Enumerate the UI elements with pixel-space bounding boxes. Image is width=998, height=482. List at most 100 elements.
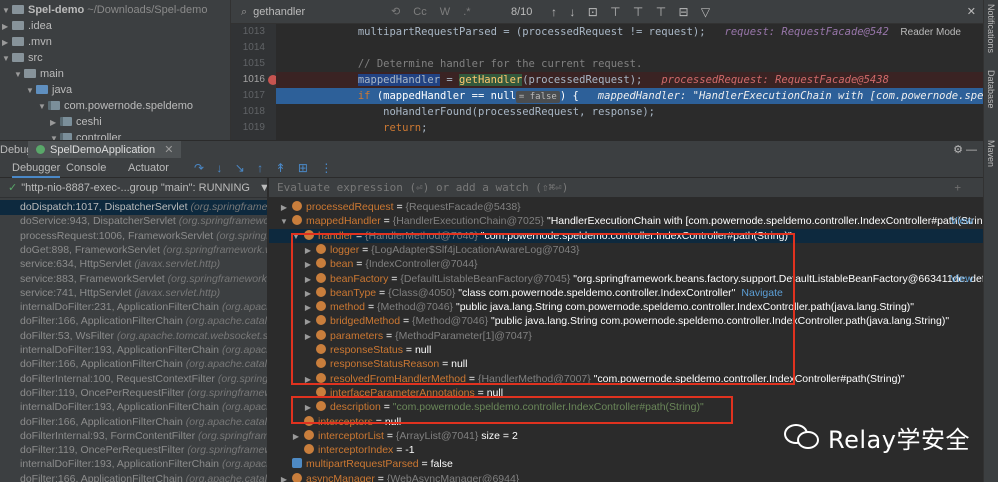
- code-line-1016[interactable]: mappedHandler = getHandler(processedRequ…: [276, 72, 983, 88]
- chevron-right-icon[interactable]: ▶: [291, 430, 301, 444]
- add-occurrence-icon[interactable]: ⊤: [610, 5, 620, 19]
- whole-word-toggle[interactable]: W: [440, 6, 450, 18]
- tree-item-main[interactable]: ▼ main: [14, 66, 64, 82]
- stack-frame[interactable]: internalDoFilter:193, ApplicationFilterC…: [0, 457, 267, 472]
- chevron-down-icon[interactable]: ▼: [279, 215, 289, 229]
- stack-frame[interactable]: internalDoFilter:193, ApplicationFilterC…: [0, 400, 267, 415]
- select-all-icon[interactable]: ⊡: [588, 5, 598, 19]
- step-over-icon[interactable]: ↷: [194, 161, 204, 175]
- stack-frame[interactable]: doFilter:166, ApplicationFilterChain (or…: [0, 357, 267, 372]
- next-match-icon[interactable]: ↓: [569, 5, 575, 19]
- evaluate-icon[interactable]: ⊞: [298, 161, 308, 175]
- remove-occurrence-icon[interactable]: ⊤: [633, 5, 643, 19]
- stack-frame[interactable]: doFilter:119, OncePerRequestFilter (org.…: [0, 443, 267, 458]
- step-out-icon[interactable]: ↑: [257, 161, 263, 175]
- code-line-1018[interactable]: noHandlerFound(processedRequest, respons…: [276, 104, 983, 120]
- tree-item-controller[interactable]: ▼ controller: [50, 130, 121, 140]
- tab-debugger[interactable]: Debugger: [12, 158, 61, 178]
- frame-class: (org.springfra: [217, 372, 268, 385]
- stack-frame[interactable]: internalDoFilter:231, ApplicationFilterC…: [0, 300, 267, 315]
- chevron-down-icon[interactable]: ▼: [26, 83, 36, 99]
- code-line-1013[interactable]: multipartRequestParsed = (processedReque…: [276, 24, 983, 40]
- code-line-1014[interactable]: [276, 40, 983, 56]
- tree-item-ceshi[interactable]: ▶ ceshi: [50, 114, 102, 130]
- chevron-right-icon[interactable]: ▶: [2, 35, 12, 51]
- chevron-right-icon[interactable]: ▶: [2, 19, 12, 35]
- debug-title-bar: Debug: SpelDemoApplication ✕ ⚙ —: [0, 140, 983, 159]
- chevron-down-icon[interactable]: ▼: [14, 67, 24, 83]
- run-config-tab[interactable]: SpelDemoApplication ✕: [28, 141, 182, 159]
- step-into-icon[interactable]: ↓: [216, 161, 222, 175]
- stack-frame[interactable]: doDispatch:1017, DispatcherServlet (org.…: [0, 200, 267, 215]
- tree-item-src[interactable]: ▼ src: [2, 50, 43, 66]
- view-link[interactable]: View: [950, 272, 973, 286]
- tree-item-mvn[interactable]: ▶ .mvn: [2, 34, 52, 50]
- folder-icon: [12, 21, 24, 30]
- variable-row[interactable]: multipartRequestParsed = false: [269, 457, 983, 471]
- stack-frame[interactable]: doFilter:119, OncePerRequestFilter (org.…: [0, 386, 267, 401]
- stack-frame[interactable]: service:741, HttpServlet (javax.servlet.…: [0, 286, 267, 301]
- stack-frame[interactable]: doFilter:166, ApplicationFilterChain (or…: [0, 472, 267, 482]
- stack-frame[interactable]: service:883, FrameworkServlet (org.sprin…: [0, 272, 267, 287]
- more-icon[interactable]: ⋮: [320, 161, 332, 175]
- stack-frame[interactable]: processRequest:1006, FrameworkServlet (o…: [0, 229, 267, 244]
- view-link[interactable]: View: [950, 214, 973, 228]
- add-watch-icon[interactable]: +: [954, 178, 961, 198]
- thread-selector[interactable]: ✓ "http-nio-8887-exec-...group "main": RU…: [0, 178, 267, 198]
- stack-frame[interactable]: doFilterInternal:100, RequestContextFilt…: [0, 372, 268, 387]
- chevron-down-icon[interactable]: ▼: [2, 3, 12, 19]
- regex-toggle[interactable]: .*: [463, 6, 470, 18]
- stack-frame[interactable]: doFilter:166, ApplicationFilterChain (or…: [0, 314, 267, 329]
- tree-root[interactable]: ▼ Spel-demo ~/Downloads/Spel-demo: [2, 2, 207, 18]
- previous-match-icon[interactable]: ↑: [551, 5, 557, 19]
- package-icon: [48, 101, 60, 110]
- stack-frame[interactable]: doService:943, DispatcherServlet (org.sp…: [0, 214, 267, 229]
- reader-mode-toggle[interactable]: Reader Mode: [900, 27, 961, 38]
- tab-console[interactable]: Console: [66, 158, 106, 178]
- frame-method: service:741, HttpServlet: [20, 286, 132, 299]
- maven-tab[interactable]: Maven: [986, 140, 996, 167]
- select-occurrences-icon[interactable]: ⊤: [656, 5, 666, 19]
- frame-method: doFilter:166, ApplicationFilterChain: [20, 415, 183, 428]
- chevron-right-icon[interactable]: ▶: [279, 473, 289, 482]
- chevron-right-icon[interactable]: ▶: [279, 201, 289, 215]
- code-line-1019[interactable]: return;: [276, 120, 983, 136]
- tree-item-package[interactable]: ▼ com.powernode.speldemo: [38, 98, 193, 114]
- close-icon[interactable]: ✕: [164, 144, 173, 156]
- variable-row[interactable]: ▶ asyncManager = {WebAsyncManager@6944}: [269, 472, 983, 482]
- variable-row[interactable]: ▼ mappedHandler = {HandlerExecutionChain@…: [269, 214, 983, 228]
- chevron-down-icon[interactable]: ▼: [38, 99, 48, 115]
- stack-frame[interactable]: doFilter:166, ApplicationFilterChain (or…: [0, 415, 267, 430]
- stack-frame[interactable]: doFilter:53, WsFilter (org.apache.tomcat…: [0, 329, 267, 344]
- database-tab[interactable]: Database: [986, 70, 996, 109]
- regex-toggle-history[interactable]: ⟲: [391, 6, 400, 18]
- variable-name: multipartRequestParsed: [306, 458, 419, 471]
- code-line-1017[interactable]: if (mappedHandler == null = false) { mapp…: [276, 88, 983, 104]
- tree-item-idea[interactable]: ▶ .idea: [2, 18, 52, 34]
- variable-row[interactable]: ▶ processedRequest = {RequestFacade@5438}: [269, 200, 983, 214]
- root-name: Spel-demo: [28, 4, 85, 16]
- variable-value: "HandlerExecutionChain with [com.powerno…: [544, 215, 983, 228]
- chevron-down-icon[interactable]: ▼: [50, 131, 60, 140]
- tab-actuator[interactable]: Actuator: [128, 158, 169, 178]
- gear-icon[interactable]: ⚙: [953, 141, 963, 159]
- drop-frame-icon[interactable]: ↟: [276, 161, 286, 175]
- filter-icon[interactable]: ▼: [259, 182, 267, 194]
- frame-method: doFilterInternal:93, FormContentFilter: [20, 429, 196, 442]
- chevron-right-icon[interactable]: ▶: [50, 115, 60, 131]
- code-line-1015[interactable]: // Determine handler for the current req…: [276, 56, 983, 72]
- stack-frame[interactable]: service:634, HttpServlet (javax.servlet.…: [0, 257, 267, 272]
- force-step-into-icon[interactable]: ↘: [235, 161, 245, 175]
- evaluate-expression-input[interactable]: Evaluate expression (⏎) or add a watch (…: [269, 178, 983, 198]
- minimize-icon[interactable]: —: [966, 141, 977, 159]
- filter-icon[interactable]: ▽: [701, 5, 710, 19]
- tree-item-java[interactable]: ▼ java: [26, 82, 72, 98]
- stack-frame[interactable]: doFilterInternal:93, FormContentFilter (…: [0, 429, 267, 444]
- stack-frame[interactable]: doGet:898, FrameworkServlet (org.springf…: [0, 243, 267, 258]
- notifications-tab[interactable]: Notifications: [986, 4, 996, 53]
- in-selection-icon[interactable]: ⊟: [678, 5, 688, 19]
- close-icon[interactable]: ✕: [967, 3, 976, 21]
- chevron-down-icon[interactable]: ▼: [2, 51, 12, 67]
- match-case-toggle[interactable]: Cc: [413, 6, 426, 18]
- stack-frame[interactable]: internalDoFilter:193, ApplicationFilterC…: [0, 343, 267, 358]
